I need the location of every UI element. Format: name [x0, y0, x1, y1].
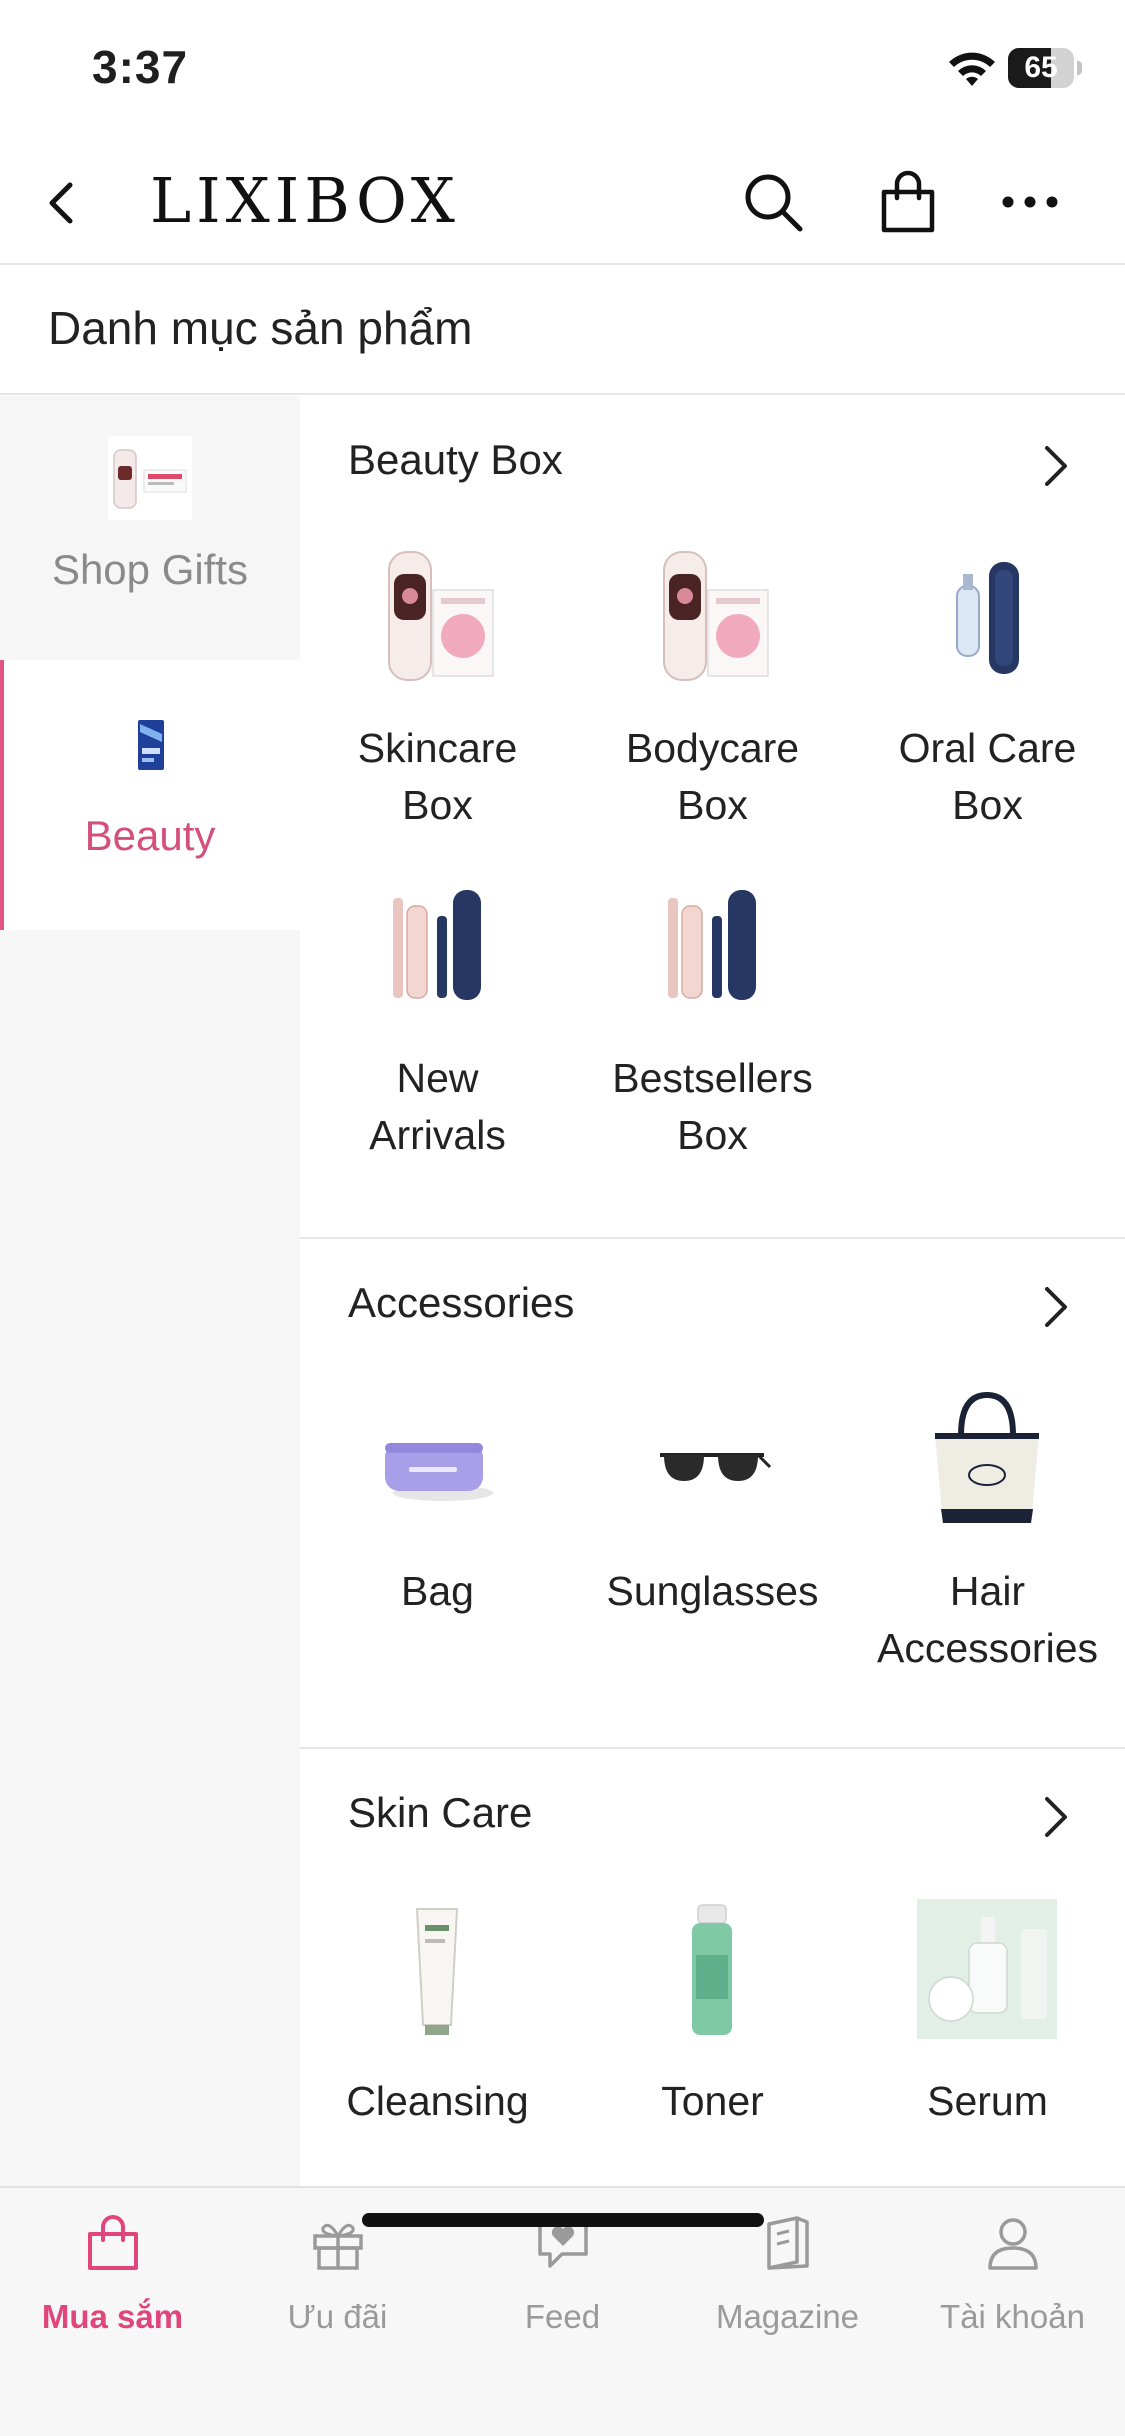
- app-header: LIXIBOX: [0, 140, 1125, 265]
- shopping-bag-icon: [881, 170, 935, 233]
- beauty-thumbnail: [108, 712, 192, 796]
- section-accessories: Accessories Bag Sunglasses Hair Accessor…: [300, 1239, 1125, 1749]
- tab-label: Ưu đãi: [287, 2298, 388, 2335]
- more-horizontal-icon: [1002, 196, 1058, 208]
- category-item-bestsellers-box[interactable]: Bestsellers Box: [575, 876, 850, 1176]
- category-item-hair-accessories[interactable]: Hair Accessories: [850, 1389, 1125, 1689]
- category-item-label: Bodycare: [625, 725, 800, 771]
- wifi-icon: [949, 52, 995, 86]
- status-time: 3:37: [92, 41, 189, 93]
- search-button[interactable]: [731, 160, 815, 244]
- category-item-label: Bestsellers: [612, 1055, 813, 1101]
- category-sidebar: Shop Gifts Beauty: [0, 396, 300, 2186]
- gift-icon: [313, 2223, 363, 2270]
- page-title: Danh mục sản phẩm: [48, 302, 473, 354]
- more-options-button[interactable]: [988, 160, 1072, 244]
- category-item-label: Sunglasses: [606, 1568, 819, 1614]
- search-icon: [745, 174, 803, 232]
- sunglasses-image: [660, 1453, 772, 1481]
- home-indicator: [362, 2213, 764, 2227]
- battery-level: 65: [1024, 51, 1058, 84]
- chevron-right-icon[interactable]: [1035, 438, 1075, 494]
- brand-logo: LIXIBOX: [150, 164, 460, 237]
- section-skin-care: Skin Care Cleansing Toner Serum: [300, 1749, 1125, 2186]
- toner-image: [692, 1904, 732, 2035]
- magazine-icon: [767, 2216, 809, 2270]
- tab-label: Magazine: [715, 2298, 860, 2335]
- category-item-label: Skincare: [357, 725, 518, 771]
- bodycare-box-image: [663, 551, 769, 681]
- tab-tai-khoan[interactable]: Tài khoản: [900, 2188, 1125, 2358]
- category-item-toner[interactable]: Toner: [575, 1899, 850, 2179]
- hair-accessories-image: [935, 1391, 1039, 1523]
- sidebar-item-label: Shop Gifts: [51, 546, 249, 593]
- sidebar-item-label: Beauty: [84, 812, 216, 859]
- shop-gifts-thumbnail: [108, 436, 192, 520]
- category-item-label: Box: [952, 782, 1023, 828]
- status-bar: 3:37 65: [0, 0, 1125, 140]
- cleansing-image: [415, 1908, 459, 2035]
- sidebar-item-beauty[interactable]: Beauty: [0, 660, 300, 930]
- bestsellers-box-image: [668, 890, 756, 1000]
- chevron-right-icon[interactable]: [1035, 1279, 1075, 1335]
- oral-care-box-image: [956, 562, 1019, 674]
- category-item-label: Hair: [949, 1568, 1026, 1614]
- section-title[interactable]: Skin Care: [348, 1789, 532, 1837]
- category-item-new-arrivals[interactable]: New Arrivals: [300, 876, 575, 1176]
- tab-label: Feed: [524, 2298, 601, 2335]
- section-title[interactable]: Accessories: [348, 1279, 574, 1327]
- category-item-label: Oral Care: [898, 725, 1077, 771]
- skincare-box-image: [388, 551, 494, 681]
- back-button[interactable]: [30, 168, 100, 238]
- category-title-bar: Danh mục sản phẩm: [0, 265, 1125, 395]
- section-title[interactable]: Beauty Box: [348, 436, 563, 484]
- chevron-left-icon: [49, 182, 73, 224]
- battery-icon: 65: [1008, 48, 1082, 88]
- tab-label: Tài khoản: [940, 2298, 1085, 2335]
- category-item-label: New: [396, 1055, 479, 1101]
- tab-mua-sam[interactable]: Mua sắm: [0, 2188, 225, 2358]
- category-item-bodycare-box[interactable]: Bodycare Box: [575, 546, 850, 846]
- section-beauty-box: Beauty Box Skincare Box Bodycare Box Ora…: [300, 396, 1125, 1239]
- bag-image: [385, 1443, 493, 1501]
- category-item-skincare-box[interactable]: Skincare Box: [300, 546, 575, 846]
- sidebar-item-shop-gifts[interactable]: Shop Gifts: [0, 396, 300, 666]
- category-item-serum[interactable]: Serum: [850, 1899, 1125, 2179]
- category-item-cleansing[interactable]: Cleansing: [300, 1899, 575, 2179]
- tab-label: Mua sắm: [41, 2298, 184, 2335]
- new-arrivals-image: [393, 890, 481, 1000]
- category-item-label: Bag: [401, 1568, 474, 1614]
- category-item-bag[interactable]: Bag: [300, 1389, 575, 1689]
- category-item-label: Serum: [927, 2078, 1048, 2124]
- chevron-right-icon[interactable]: [1035, 1789, 1075, 1845]
- category-item-label: Arrivals: [369, 1112, 506, 1158]
- active-indicator: [0, 660, 4, 930]
- shopping-bag-icon: [88, 2215, 138, 2270]
- category-item-sunglasses[interactable]: Sunglasses: [575, 1389, 850, 1689]
- category-item-label: Box: [402, 782, 473, 828]
- category-item-label: Box: [677, 782, 748, 828]
- category-item-oral-care-box[interactable]: Oral Care Box: [850, 546, 1125, 846]
- serum-image: [917, 1899, 1057, 2039]
- category-content: Beauty Box Skincare Box Bodycare Box Ora…: [300, 396, 1125, 2186]
- category-item-label: Accessories: [876, 1625, 1098, 1671]
- category-item-label: Toner: [661, 2078, 764, 2124]
- cart-button[interactable]: [866, 160, 950, 244]
- category-item-label: Box: [677, 1112, 748, 1158]
- category-item-label: Cleansing: [346, 2078, 529, 2124]
- user-icon: [988, 2218, 1038, 2270]
